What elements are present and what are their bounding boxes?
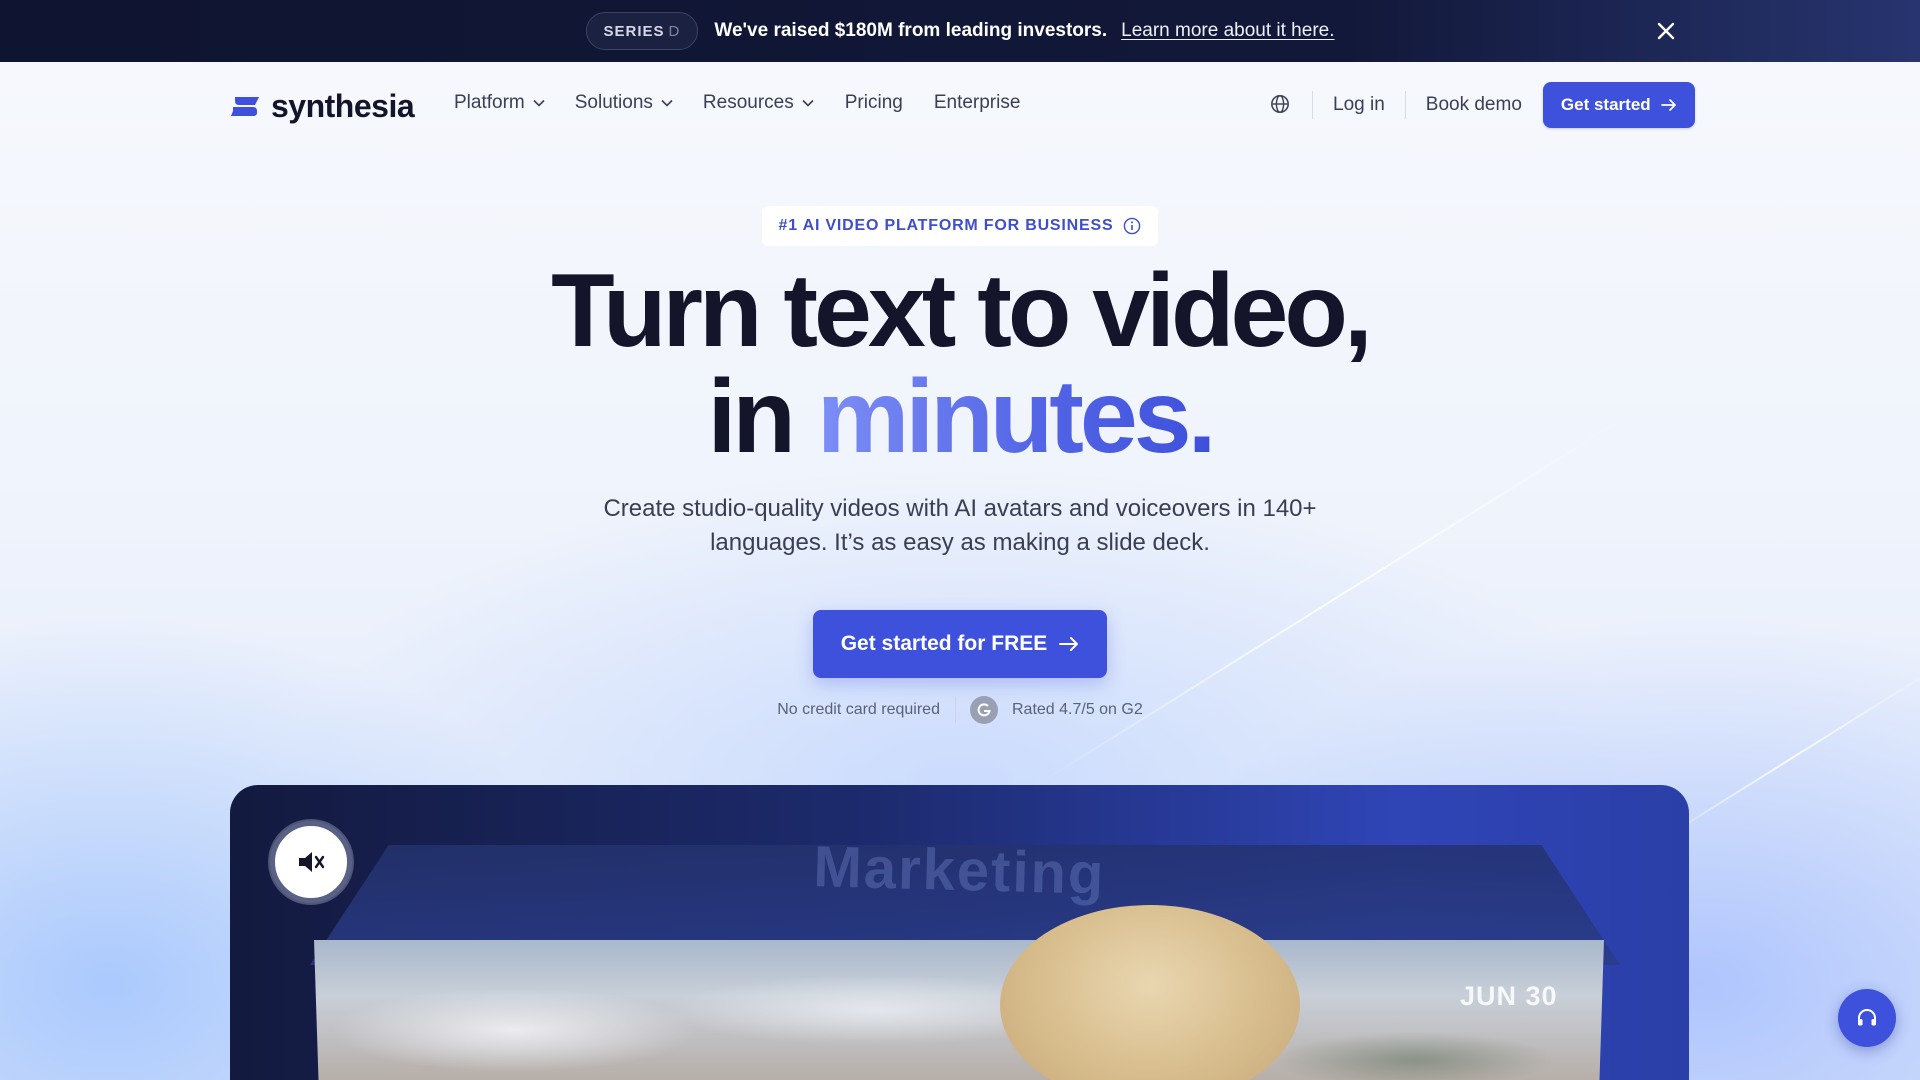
nav-item-solutions[interactable]: Solutions bbox=[575, 92, 673, 114]
arrow-right-icon bbox=[1059, 637, 1079, 651]
chevron-down-icon bbox=[661, 99, 673, 107]
nav-item-label: Resources bbox=[702, 92, 794, 113]
announcement-bar: SERIES D We've raised $180M from leading… bbox=[0, 0, 1920, 62]
headline-in: in bbox=[707, 359, 817, 475]
close-announcement-button[interactable] bbox=[1652, 17, 1680, 45]
globe-icon bbox=[1271, 95, 1289, 113]
close-icon bbox=[1657, 22, 1675, 40]
headline-line-2: in minutes. bbox=[0, 364, 1920, 470]
info-icon[interactable] bbox=[1123, 217, 1141, 235]
video-scene bbox=[314, 940, 1604, 1080]
chevron-down-icon bbox=[533, 99, 545, 107]
get-started-label: Get started bbox=[1560, 95, 1651, 114]
nav-item-label: Enterprise bbox=[933, 92, 1021, 113]
headset-icon bbox=[1858, 1009, 1876, 1026]
main-nav: synthesia Platform Solutions Resources P… bbox=[0, 62, 1920, 148]
unmute-button[interactable] bbox=[270, 821, 352, 903]
hero-headline: Turn text to video, in minutes. bbox=[0, 258, 1920, 470]
hero-meta: No credit card required Rated 4.7/5 on G… bbox=[0, 696, 1920, 724]
cta-label: Get started for FREE bbox=[840, 632, 1048, 655]
brand-logo[interactable]: synthesia bbox=[229, 86, 415, 126]
video-date-label: JUN 30 bbox=[1460, 981, 1558, 1011]
headline-accent: minutes. bbox=[816, 359, 1217, 475]
nav-item-label: Platform bbox=[454, 92, 525, 113]
hero-badge-label: #1 AI VIDEO PLATFORM FOR BUSINESS bbox=[778, 217, 1114, 234]
nav-item-label: Solutions bbox=[574, 92, 653, 113]
nav-item-resources[interactable]: Resources bbox=[703, 92, 814, 114]
nav-item-pricing[interactable]: Pricing bbox=[845, 92, 903, 114]
video-scene-sky bbox=[314, 940, 1604, 1080]
arrow-right-icon bbox=[1660, 99, 1676, 111]
get-started-button[interactable]: Get started bbox=[1542, 82, 1695, 128]
nav-actions: Log in Book demo Get started bbox=[1270, 82, 1695, 128]
get-started-free-button[interactable]: Get started for FREE bbox=[813, 610, 1107, 678]
nav-item-platform[interactable]: Platform bbox=[454, 92, 545, 114]
series-pill-letter: D bbox=[668, 22, 681, 40]
hero-badge: #1 AI VIDEO PLATFORM FOR BUSINESS bbox=[762, 206, 1158, 246]
demo-video[interactable]: Marketing JUN 30 bbox=[230, 785, 1689, 1080]
hero-subheadline: Create studio-quality videos with AI ava… bbox=[603, 495, 1317, 556]
book-demo-link[interactable]: Book demo bbox=[1426, 94, 1522, 116]
g2-rating: Rated 4.7/5 on G2 bbox=[1011, 701, 1143, 718]
nav-divider bbox=[1312, 91, 1313, 119]
login-link[interactable]: Log in bbox=[1333, 94, 1385, 116]
speaker-muted-icon bbox=[299, 852, 325, 872]
announcement-message: We've raised $180M from leading investor… bbox=[714, 20, 1108, 41]
nav-item-enterprise[interactable]: Enterprise bbox=[934, 92, 1021, 114]
headline-line-1: Turn text to video, bbox=[551, 253, 1373, 369]
nav-item-label: Pricing bbox=[844, 92, 903, 113]
announcement-link[interactable]: Learn more about it here. bbox=[1121, 20, 1334, 42]
support-chat-button[interactable] bbox=[1838, 989, 1896, 1047]
meta-divider bbox=[954, 697, 956, 723]
series-pill-label: SERIES bbox=[603, 22, 665, 40]
nav-links: Platform Solutions Resources Pricing Ent… bbox=[454, 92, 1020, 114]
series-d-pill: SERIES D bbox=[585, 12, 699, 50]
chevron-down-icon bbox=[802, 99, 814, 107]
brand-wordmark: synthesia bbox=[271, 87, 415, 124]
synthesia-logo-icon bbox=[231, 97, 259, 116]
no-credit-card-note: No credit card required bbox=[777, 701, 940, 718]
nav-divider bbox=[1404, 91, 1406, 119]
g2-logo-icon bbox=[969, 696, 998, 724]
language-button[interactable] bbox=[1270, 94, 1292, 116]
